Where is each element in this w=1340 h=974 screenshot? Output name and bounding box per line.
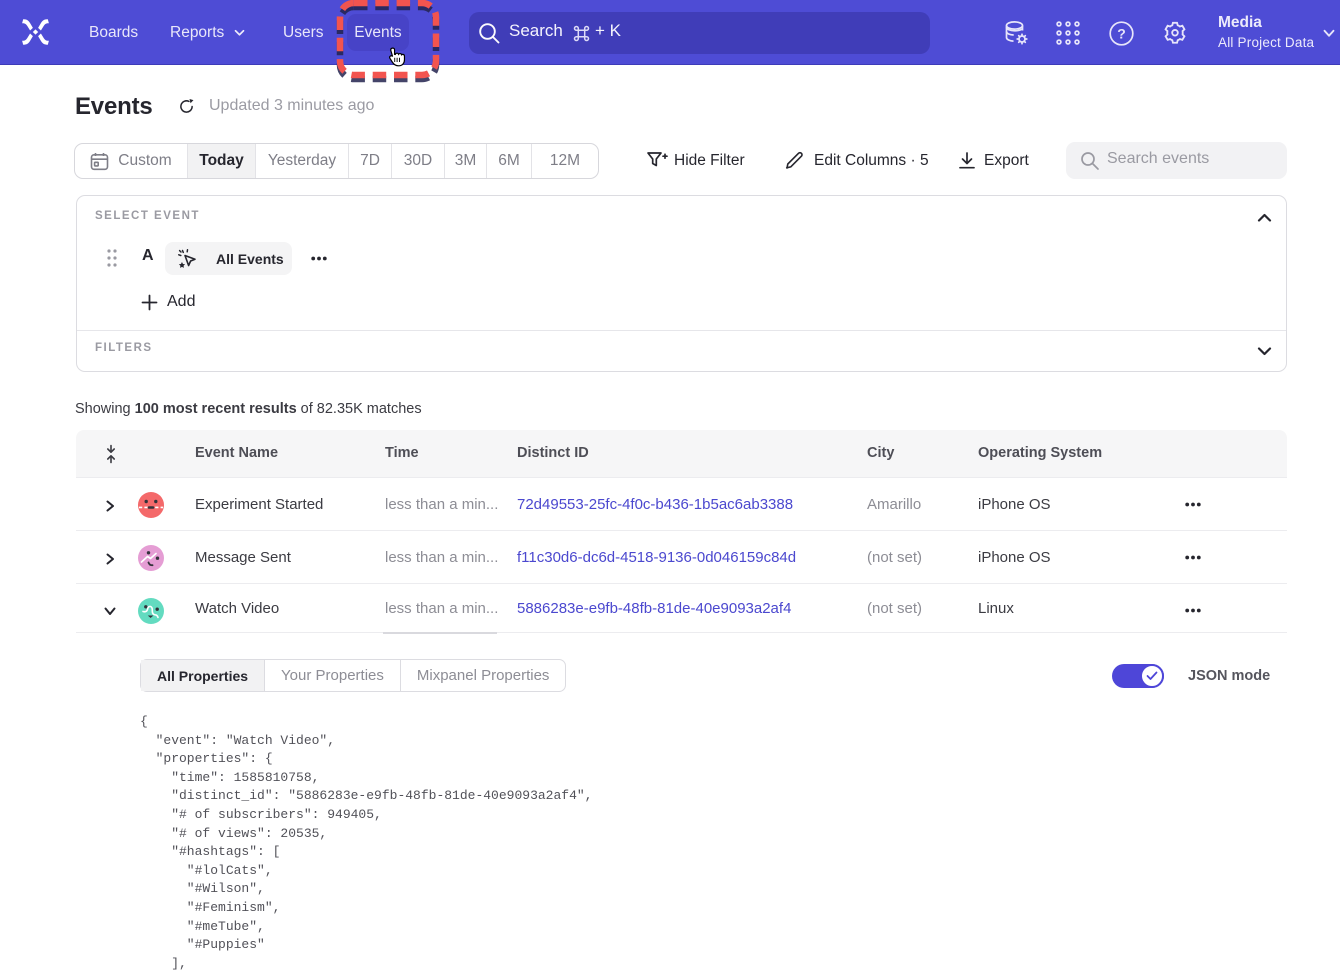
svg-text:?: ? bbox=[1117, 26, 1126, 42]
